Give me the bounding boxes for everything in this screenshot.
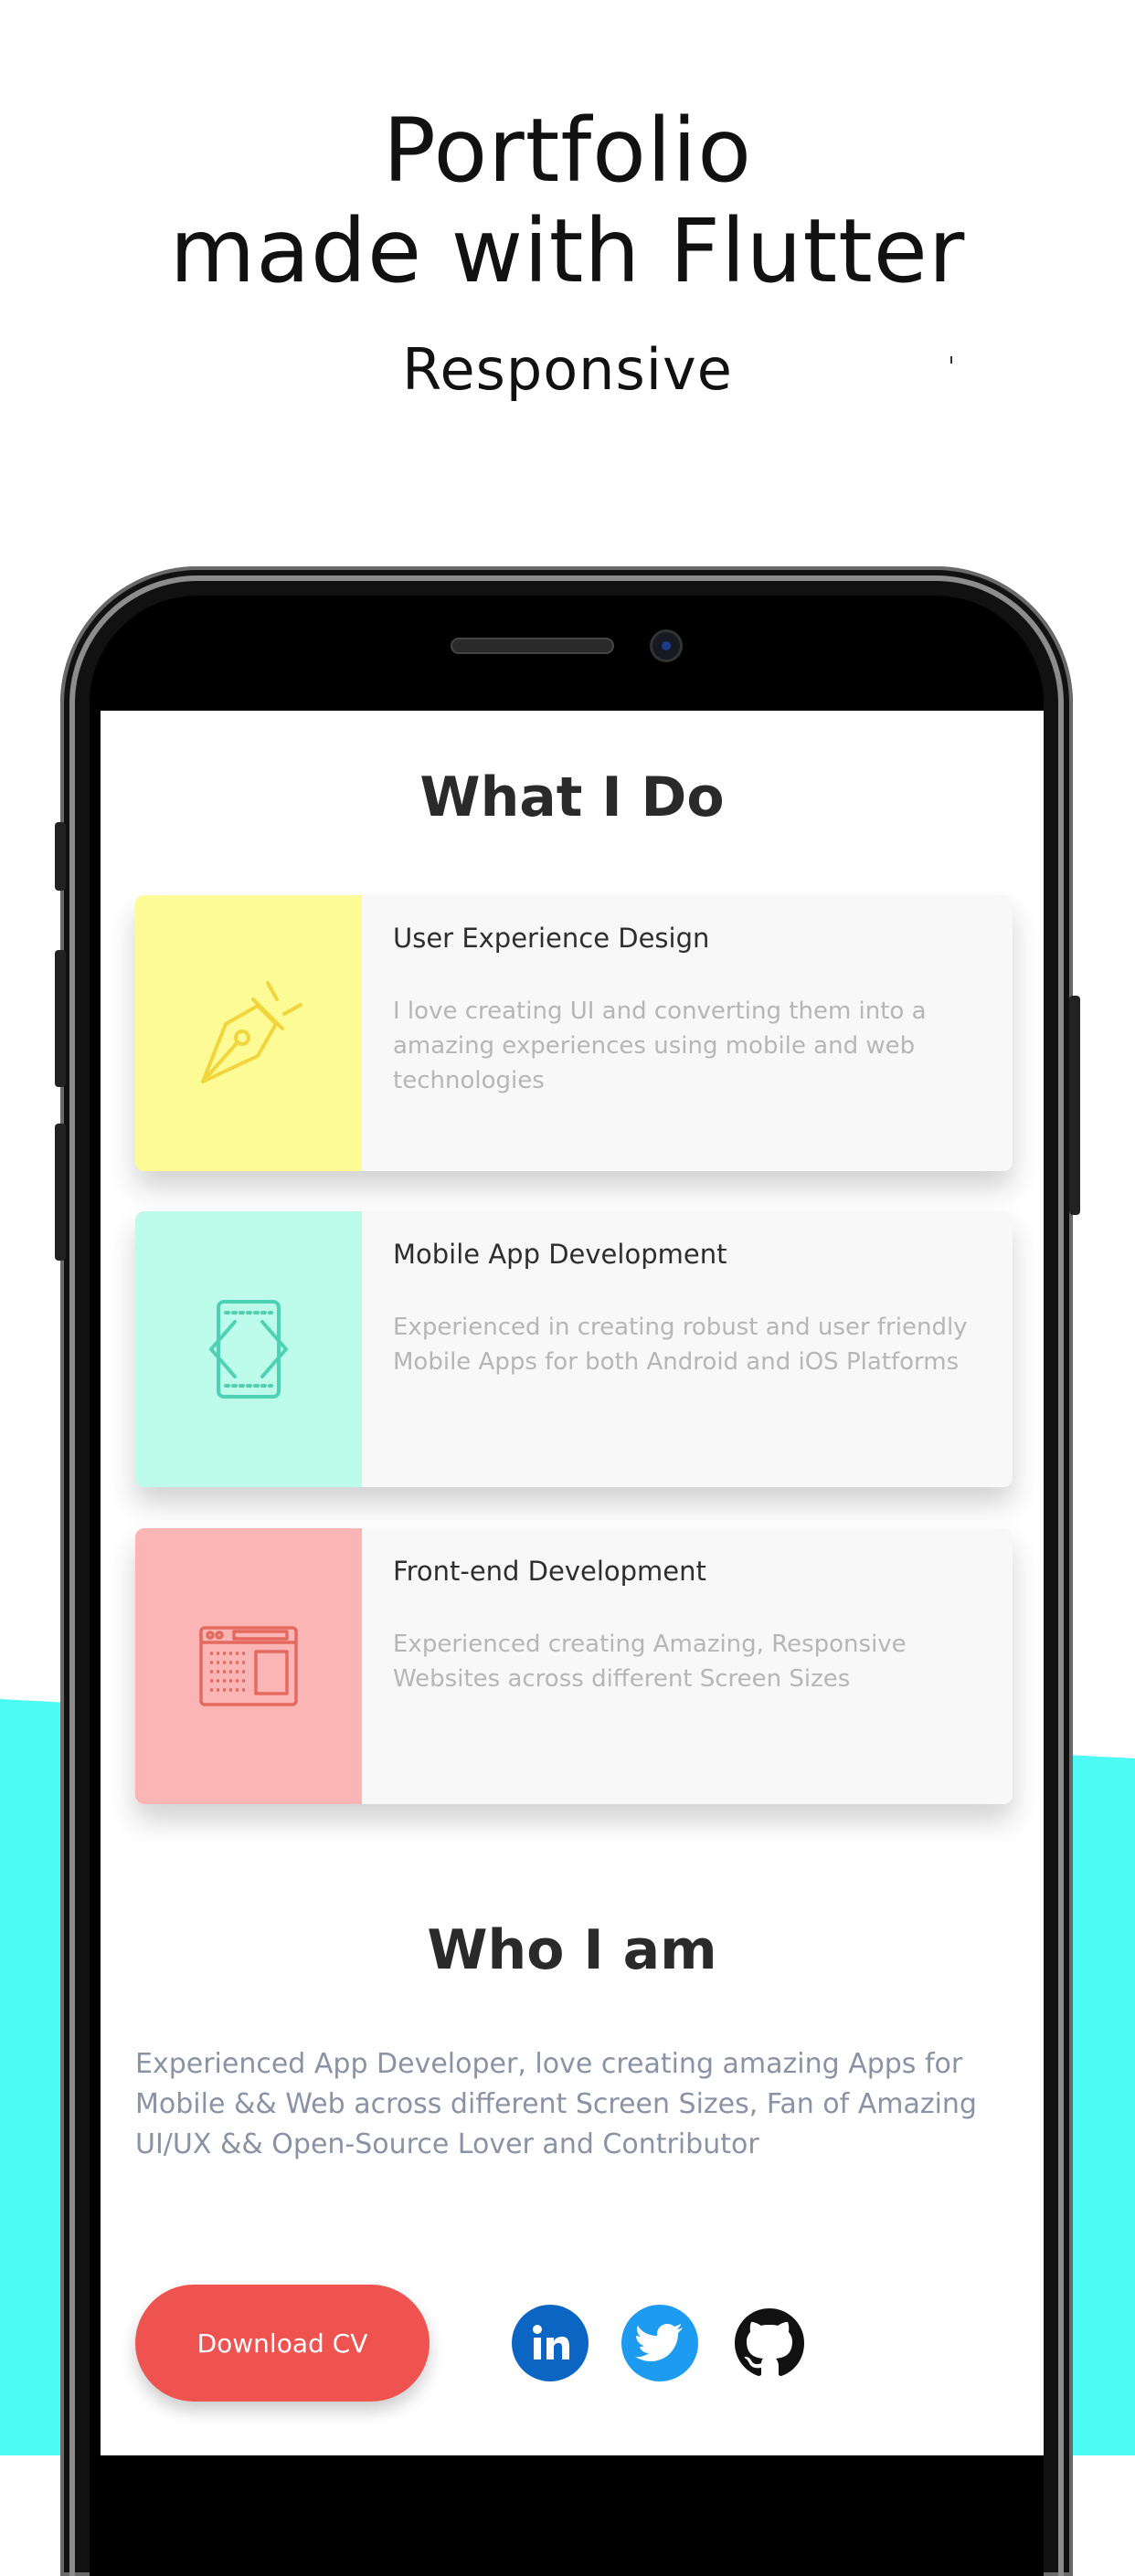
phone-side-button [55, 950, 66, 1087]
mobile-code-icon [209, 1300, 288, 1399]
decorative-tick [950, 356, 952, 364]
github-icon[interactable] [731, 2305, 808, 2381]
hero-subtitle: Responsive [402, 336, 733, 403]
card-icon-box [135, 1528, 362, 1804]
download-cv-button[interactable]: Download CV [135, 2285, 430, 2402]
what-i-do-heading: What I Do [419, 765, 725, 829]
service-card-ux[interactable]: User Experience Design I love creating U… [135, 895, 1013, 1171]
pen-nib-icon [201, 981, 302, 1083]
card-description: Experienced in creating robust and user … [393, 1314, 968, 1376]
phone-power-button [1069, 996, 1080, 1215]
phone-side-button [55, 822, 66, 891]
hero-title-line1: Portfolio [383, 100, 752, 202]
service-card-frontend[interactable]: Front-end Development Experienced creati… [135, 1528, 1013, 1804]
browser-window-icon [199, 1626, 298, 1706]
phone-side-button [55, 1124, 66, 1261]
card-icon-box [135, 1211, 362, 1487]
service-card-mobile[interactable]: Mobile App Development Experienced in cr… [135, 1211, 1013, 1487]
twitter-icon[interactable] [621, 2305, 698, 2381]
card-title: User Experience Design [393, 923, 710, 954]
who-i-am-heading: Who I am [427, 1918, 717, 1982]
card-description: I love creating UI and converting them i… [393, 998, 927, 1094]
front-camera [652, 632, 680, 660]
card-description: Experienced creating Amazing, Responsive… [393, 1631, 907, 1693]
phone-speaker [452, 639, 612, 652]
card-icon-box [135, 895, 362, 1171]
hero-title-line2: made with Flutter [169, 200, 966, 302]
card-title: Front-end Development [393, 1556, 706, 1587]
linkedin-icon[interactable] [512, 2305, 589, 2381]
phone-screen: What I Do User Experience Design I love … [101, 711, 1044, 2455]
card-title: Mobile App Development [393, 1239, 727, 1270]
about-text: Experienced App Developer, love creating… [135, 2048, 977, 2160]
